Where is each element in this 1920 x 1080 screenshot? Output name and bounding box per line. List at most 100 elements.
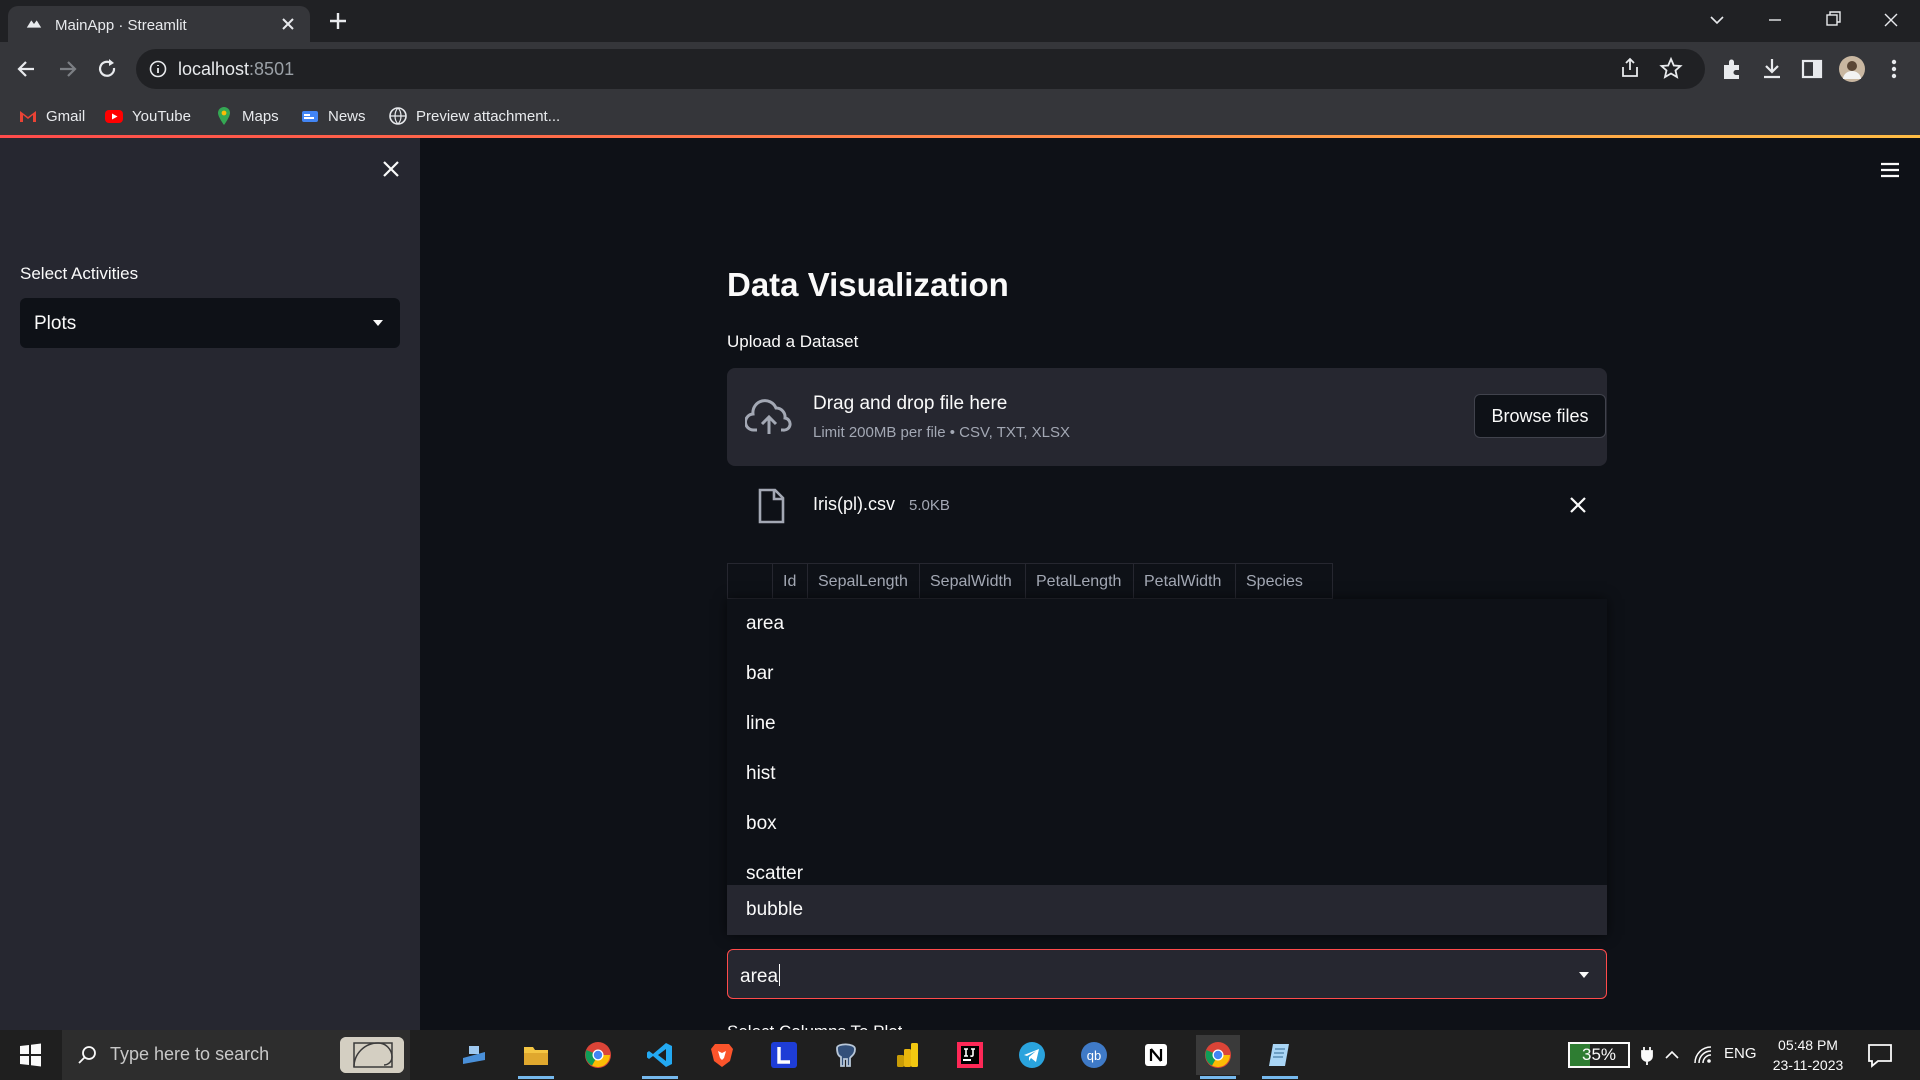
download-icon[interactable] (1758, 55, 1786, 83)
dropzone-title: Drag and drop file here (813, 393, 1008, 414)
bookmarks-bar: Gmail YouTube Maps News Preview attachme… (0, 96, 1920, 136)
window-close-icon[interactable] (1868, 6, 1914, 34)
upload-label: Upload a Dataset (727, 332, 859, 351)
hamburger-menu-icon[interactable] (1878, 158, 1902, 182)
activities-select-value: Plots (34, 313, 77, 334)
telegram-icon (1019, 1042, 1045, 1068)
browse-files-button[interactable]: Browse files (1474, 394, 1606, 438)
tab-search-chevron-icon[interactable] (1694, 6, 1740, 34)
page-title: Data Visualization (727, 266, 1009, 303)
column-header-species[interactable]: Species (1236, 564, 1332, 598)
new-tab-icon[interactable] (326, 9, 350, 33)
remove-file-icon[interactable] (1567, 494, 1589, 516)
bookmark-preview-attachment[interactable]: Preview attachment... (388, 104, 560, 128)
taskbar-app-brave[interactable] (700, 1035, 744, 1075)
bookmark-star-icon[interactable] (1657, 55, 1685, 83)
browser-tab[interactable]: MainApp · Streamlit (8, 6, 310, 42)
show-hidden-icons-chevron[interactable] (1661, 1044, 1683, 1066)
globe-icon (389, 107, 407, 125)
bookmark-label: News (328, 107, 366, 125)
url-text: localhost:8501 (178, 59, 295, 79)
svg-text:qb: qb (1087, 1048, 1101, 1063)
profile-avatar-icon[interactable] (1838, 55, 1866, 83)
option-bar[interactable]: bar (727, 649, 1607, 699)
minimize-icon[interactable] (1752, 6, 1798, 34)
taskbar-app-chrome[interactable] (576, 1035, 620, 1075)
taskbar-app-pgadmin[interactable] (824, 1035, 868, 1075)
option-area[interactable]: area (727, 599, 1607, 649)
taskbar-app-powerbi[interactable] (886, 1035, 930, 1075)
language-indicator[interactable]: ENG (1724, 1045, 1757, 1062)
bookmark-youtube[interactable]: YouTube (104, 104, 191, 128)
side-panel-icon[interactable] (1798, 55, 1826, 83)
next-widget-label: Select Columns To Plot (727, 1022, 902, 1030)
taskbar-app-notepad[interactable] (1258, 1035, 1302, 1079)
folder-icon (524, 1047, 548, 1065)
taskbar-app-chrome-active[interactable] (1196, 1035, 1240, 1079)
plot-type-dropdown-menu: area bar line hist box scatter bubble (727, 599, 1607, 935)
bookmark-label: Preview attachment... (416, 107, 561, 125)
file-icon (758, 488, 785, 524)
search-placeholder: Type here to search (110, 1044, 270, 1064)
restore-icon[interactable] (1810, 6, 1856, 34)
vscode-icon (647, 1043, 672, 1067)
streamlit-logo-icon (26, 20, 42, 28)
column-header-id[interactable]: Id (773, 564, 808, 598)
windows-start-icon[interactable] (10, 1038, 50, 1072)
windows-taskbar: Type here to search qb 35% ENG 05:48 PM … (0, 1030, 1920, 1080)
battery-indicator[interactable]: 35% (1568, 1042, 1630, 1068)
browser-toolbar: localhost:8501 (0, 42, 1920, 96)
activities-select[interactable]: Plots (20, 298, 400, 348)
column-header-sepalwidth[interactable]: SepalWidth (920, 564, 1026, 598)
browser-tab-strip: MainApp · Streamlit (0, 0, 1920, 42)
uploaded-file: Iris(pl).csv 5.0KB (727, 476, 1607, 536)
clock[interactable]: 05:48 PM 23-11-2023 (1768, 1035, 1848, 1075)
tab-close-icon[interactable] (276, 12, 300, 36)
site-info-icon[interactable] (148, 59, 168, 79)
forward-icon[interactable] (54, 56, 80, 82)
address-bar[interactable]: localhost:8501 (136, 49, 1705, 89)
close-sidebar-icon[interactable] (378, 156, 404, 182)
maps-icon (218, 107, 230, 125)
back-icon[interactable] (14, 56, 40, 82)
plot-type-select-input[interactable]: area (740, 964, 781, 988)
tab-title: MainApp · Streamlit (55, 17, 187, 34)
taskbar-app-notion[interactable] (1134, 1035, 1178, 1075)
column-header-index[interactable] (728, 564, 773, 598)
file-name: Iris(pl).csv (813, 494, 895, 514)
option-bubble[interactable]: bubble (727, 885, 1607, 935)
bookmark-gmail[interactable]: Gmail (18, 104, 85, 128)
taskbar-app-vscode[interactable] (638, 1035, 682, 1079)
taskbar-app-telegram[interactable] (1010, 1035, 1054, 1075)
plot-type-select[interactable]: area (727, 949, 1607, 999)
app-blue-icon (463, 1046, 485, 1064)
main-content: Data Visualization Upload a Dataset Drag… (420, 138, 1920, 1030)
column-header-petallength[interactable]: PetalLength (1026, 564, 1134, 598)
share-icon[interactable] (1617, 55, 1645, 83)
option-box[interactable]: box (727, 799, 1607, 849)
browser-menu-icon[interactable] (1880, 55, 1908, 83)
notion-icon (1145, 1044, 1167, 1066)
file-dropzone[interactable]: Drag and drop file here Limit 200MB per … (727, 368, 1607, 466)
wifi-icon[interactable] (1692, 1044, 1714, 1066)
reload-icon[interactable] (94, 56, 120, 82)
dataframe-header: Id SepalLength SepalWidth PetalLength Pe… (727, 563, 1333, 599)
option-hist[interactable]: hist (727, 749, 1607, 799)
taskbar-search[interactable]: Type here to search (62, 1030, 410, 1080)
taskbar-app-l[interactable] (762, 1035, 806, 1075)
notifications-icon[interactable] (1866, 1042, 1894, 1068)
taskbar-app-intellij[interactable] (948, 1035, 992, 1075)
extensions-icon[interactable] (1718, 55, 1746, 83)
column-header-sepallength[interactable]: SepalLength (808, 564, 920, 598)
option-line[interactable]: line (727, 699, 1607, 749)
taskbar-app-qbittorrent[interactable]: qb (1072, 1035, 1116, 1075)
bookmark-maps[interactable]: Maps (214, 104, 279, 128)
intellij-icon (957, 1042, 983, 1068)
activities-label: Select Activities (20, 264, 139, 283)
column-header-petalwidth[interactable]: PetalWidth (1134, 564, 1236, 598)
bookmark-news[interactable]: News (300, 104, 366, 128)
sidebar: Select Activities Plots (0, 138, 420, 1030)
taskbar-app-user[interactable] (452, 1035, 496, 1075)
caret-down-icon (1579, 972, 1589, 978)
taskbar-app-file-explorer[interactable] (514, 1035, 558, 1079)
